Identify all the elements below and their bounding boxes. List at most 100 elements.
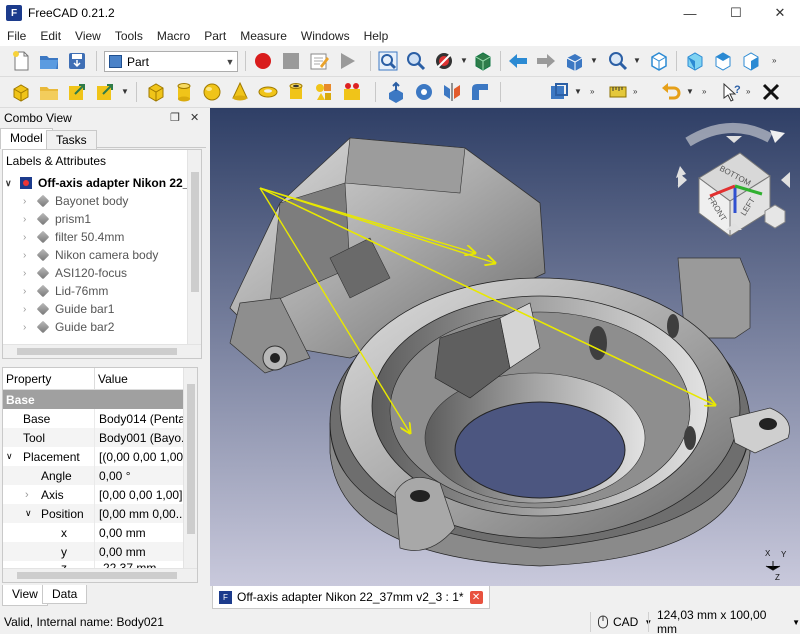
property-row[interactable]: › Axis [0,00 0,00 1,00]: [3, 485, 185, 504]
close-window-button[interactable]: ✕: [762, 0, 798, 26]
menu-help[interactable]: Help: [357, 29, 396, 43]
whats-this-icon[interactable]: ?: [720, 81, 742, 103]
extrude-icon[interactable]: [385, 81, 407, 103]
draw-style-icon[interactable]: [433, 50, 455, 72]
minimize-button[interactable]: —: [672, 0, 708, 26]
revolve-icon[interactable]: [413, 81, 435, 103]
right-view-icon[interactable]: [740, 50, 762, 72]
fit-all-icon[interactable]: [377, 50, 399, 72]
fit-selection-icon[interactable]: [405, 50, 427, 72]
property-vertical-scrollbar[interactable]: [183, 368, 197, 568]
navigation-style-selector[interactable]: CAD ▼: [590, 612, 652, 632]
tree-item[interactable]: › prism1: [23, 210, 91, 228]
property-horizontal-scrollbar[interactable]: [3, 568, 197, 582]
close-panel-icon[interactable]: ✕: [190, 111, 199, 124]
chevron-down-icon[interactable]: ∨: [5, 178, 19, 189]
front-view-icon[interactable]: [684, 50, 706, 72]
property-row[interactable]: ∨ Position [0,00 mm 0,00...: [3, 504, 185, 523]
close-x-icon[interactable]: [760, 81, 782, 103]
link-icon[interactable]: [66, 81, 88, 103]
edit-macro-icon[interactable]: [308, 50, 330, 72]
chevron-down-icon[interactable]: ∨: [25, 508, 41, 519]
chevron-right-icon[interactable]: ›: [23, 196, 37, 207]
property-group-base[interactable]: Base: [3, 390, 185, 409]
axis-x-label: X: [765, 549, 771, 558]
property-row[interactable]: BaseBody014 (Penta...: [3, 409, 185, 428]
property-row[interactable]: Tool Body001 (Bayo...: [3, 428, 185, 447]
record-macro-icon[interactable]: [252, 50, 274, 72]
cone-icon[interactable]: [229, 81, 251, 103]
undo-icon[interactable]: [660, 81, 682, 103]
boolean-icon[interactable]: [548, 81, 570, 103]
forward-arrow-icon[interactable]: [535, 50, 557, 72]
new-document-icon[interactable]: [10, 50, 32, 72]
chevron-right-icon[interactable]: ›: [25, 489, 41, 501]
tube-icon[interactable]: [285, 81, 307, 103]
menu-file[interactable]: File: [0, 29, 33, 43]
tree-vertical-scrollbar[interactable]: [187, 150, 201, 344]
close-tab-icon[interactable]: ✕: [469, 590, 483, 604]
shape-builder-icon[interactable]: [341, 81, 363, 103]
save-icon[interactable]: [66, 50, 88, 72]
undock-icon[interactable]: ❐: [170, 111, 180, 124]
chevron-right-icon[interactable]: ›: [23, 304, 37, 315]
cube-icon[interactable]: [145, 81, 167, 103]
tree-item[interactable]: › Guide bar1: [23, 300, 114, 318]
chevron-right-icon[interactable]: ›: [23, 214, 37, 225]
property-row[interactable]: ∨Placement[(0,00 0,00 1,00);...: [3, 447, 185, 466]
run-macro-icon[interactable]: [336, 50, 358, 72]
chevron-right-icon[interactable]: ›: [23, 322, 37, 333]
workbench-selector[interactable]: Part ▼: [104, 51, 238, 72]
tree-item[interactable]: › Lid-76mm: [23, 282, 108, 300]
tree-horizontal-scrollbar[interactable]: [3, 344, 201, 358]
tab-model[interactable]: Model: [0, 128, 53, 149]
back-arrow-icon[interactable]: [507, 50, 529, 72]
3d-viewport[interactable]: BOTTOM FRONT LEFT X Y Z: [210, 108, 800, 586]
menu-windows[interactable]: Windows: [294, 29, 357, 43]
create-part-icon[interactable]: [10, 81, 32, 103]
property-row[interactable]: y 0,00 mm: [3, 542, 185, 561]
tree-item[interactable]: › ASI120-focus: [23, 264, 127, 282]
tree-root-document[interactable]: ∨ Off-axis adapter Nikon 22_37mm v2_3: [5, 174, 201, 192]
primitives-icon[interactable]: [313, 81, 335, 103]
maximize-button[interactable]: ☐: [718, 0, 754, 26]
menu-view[interactable]: View: [68, 29, 108, 43]
fillet-icon[interactable]: [469, 81, 491, 103]
tree-item[interactable]: › Nikon camera body: [23, 246, 158, 264]
tab-tasks[interactable]: Tasks: [46, 130, 97, 149]
create-group-icon[interactable]: [38, 81, 60, 103]
stop-macro-icon[interactable]: [280, 50, 302, 72]
tree-item[interactable]: › filter 50.4mm: [23, 228, 124, 246]
link-actions-icon[interactable]: [94, 81, 116, 103]
property-row[interactable]: Angle 0,00 °: [3, 466, 185, 485]
document-tab[interactable]: F Off-axis adapter Nikon 22_37mm v2_3 : …: [212, 586, 490, 609]
chevron-right-icon[interactable]: ›: [23, 268, 37, 279]
menu-tools[interactable]: Tools: [108, 29, 150, 43]
tree-item[interactable]: › Guide bar2: [23, 318, 114, 336]
chevron-down-icon[interactable]: ∨: [6, 451, 23, 462]
mirror-icon[interactable]: [441, 81, 463, 103]
menu-edit[interactable]: Edit: [33, 29, 68, 43]
property-row[interactable]: x 0,00 mm: [3, 523, 185, 542]
open-folder-icon[interactable]: [38, 50, 60, 72]
tab-data[interactable]: Data: [42, 585, 88, 604]
measure-icon[interactable]: [607, 81, 629, 103]
menu-macro[interactable]: Macro: [150, 29, 197, 43]
cylinder-icon[interactable]: [173, 81, 195, 103]
torus-icon[interactable]: [257, 81, 279, 103]
chevron-right-icon[interactable]: ›: [23, 250, 37, 261]
top-view-icon[interactable]: [712, 50, 734, 72]
3d-model-view[interactable]: BOTTOM FRONT LEFT X Y Z: [210, 108, 800, 586]
tree-item[interactable]: › Bayonet body: [23, 192, 128, 210]
chevron-right-icon[interactable]: ›: [23, 286, 37, 297]
menu-measure[interactable]: Measure: [233, 29, 294, 43]
menu-part[interactable]: Part: [197, 29, 233, 43]
tab-view[interactable]: View: [2, 585, 48, 606]
isometric-view-icon[interactable]: [648, 50, 670, 72]
dimension-selector[interactable]: 124,03 mm x 100,00 mm ▼: [648, 608, 800, 634]
sphere-icon[interactable]: [201, 81, 223, 103]
bounding-box-icon[interactable]: [472, 50, 494, 72]
zoom-icon[interactable]: [607, 50, 629, 72]
std-views-icon[interactable]: [563, 50, 585, 72]
chevron-right-icon[interactable]: ›: [23, 232, 37, 243]
